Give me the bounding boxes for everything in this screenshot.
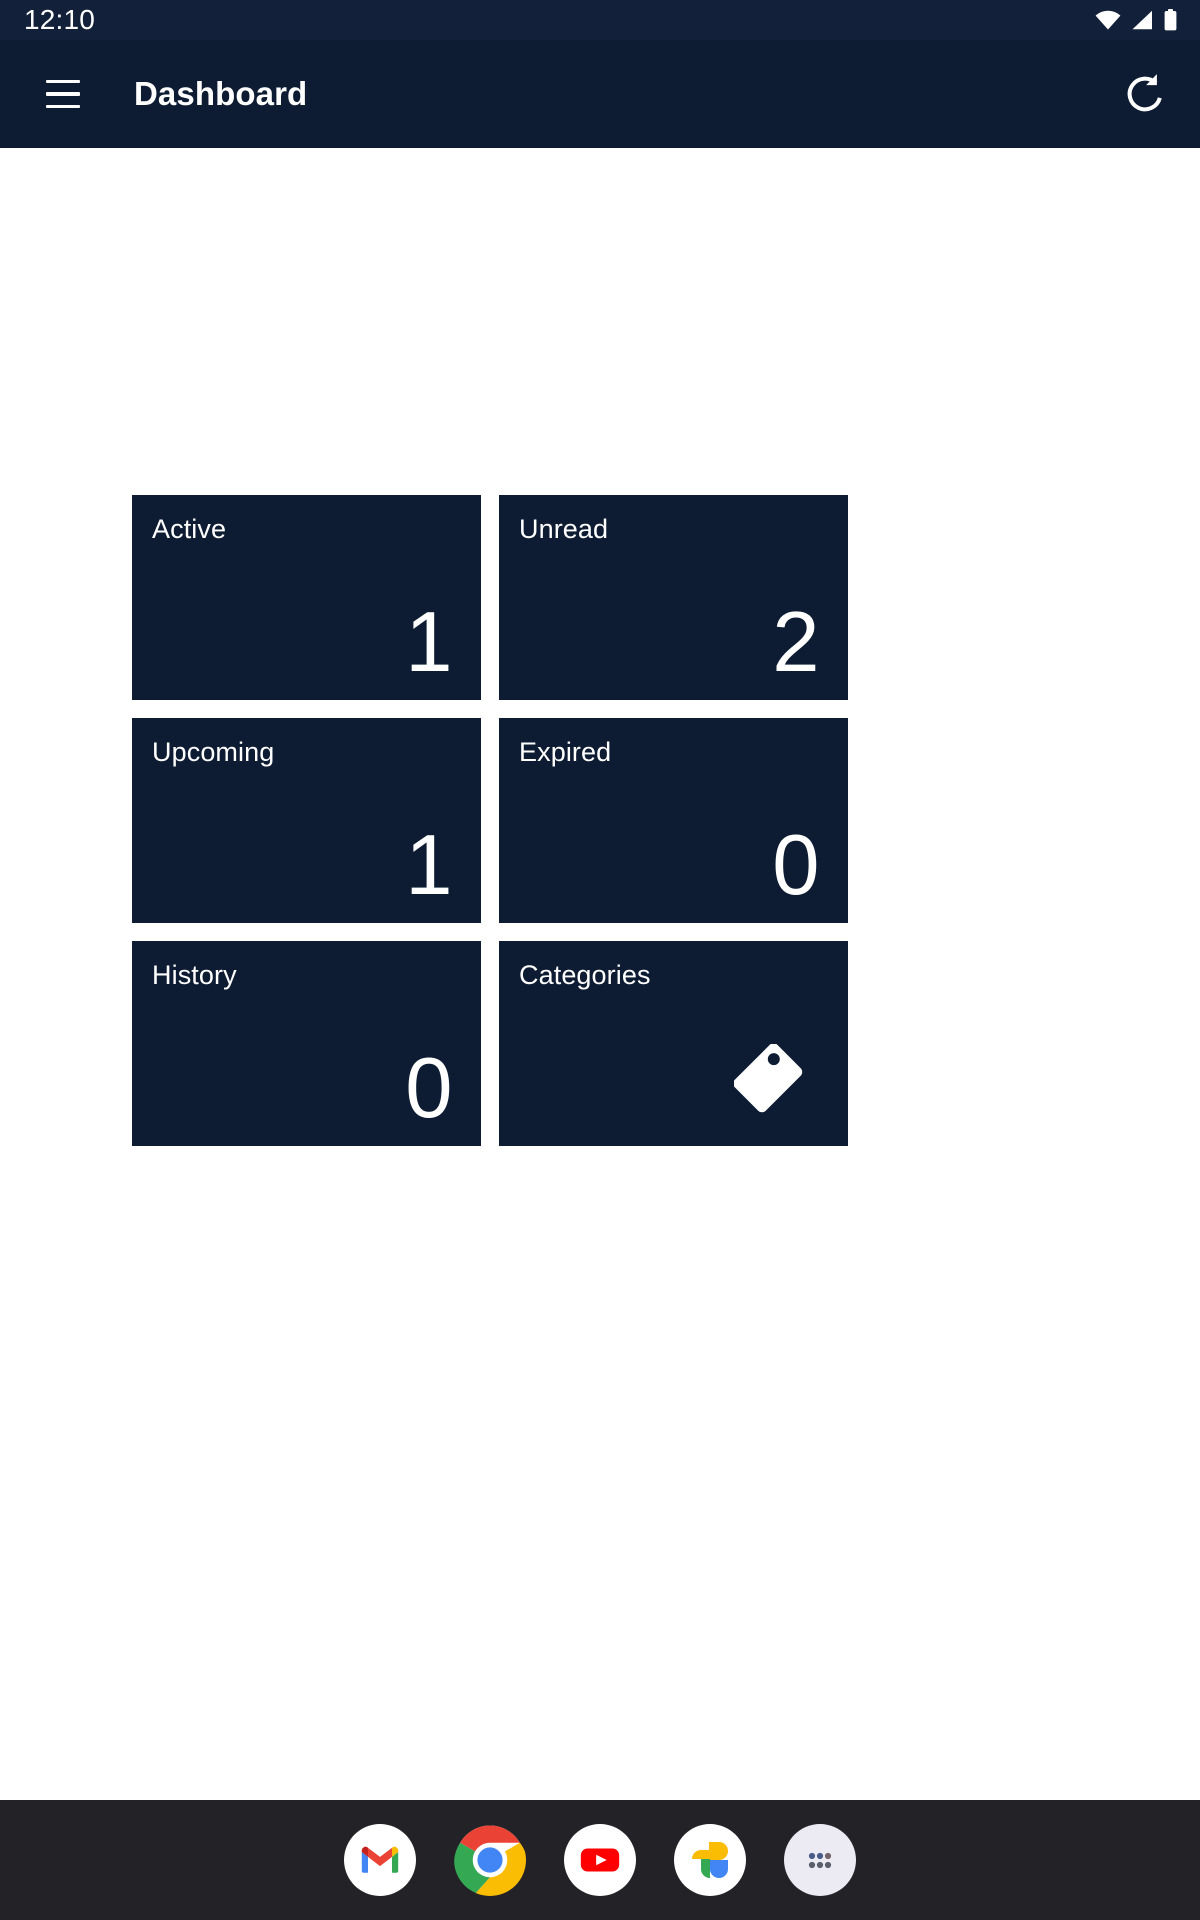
page-title: Dashboard <box>134 75 308 112</box>
tile-label: Active <box>152 514 227 544</box>
status-icon-group <box>1095 9 1178 31</box>
tile-value-area: 1 <box>152 768 459 914</box>
status-bar: 12:10 <box>0 0 1200 40</box>
menu-bar-3 <box>46 104 80 109</box>
dock-bar <box>0 1800 1200 1920</box>
tile-row: Active 1 Unread 2 <box>132 495 848 700</box>
menu-bar-2 <box>46 92 80 96</box>
dock-app-google-photos[interactable] <box>674 1824 746 1896</box>
tile-row: Upcoming 1 Expired 0 <box>132 718 848 923</box>
tile-expired[interactable]: Expired 0 <box>499 718 848 923</box>
dock-app-chrome[interactable] <box>454 1824 526 1896</box>
tile-value-area: 2 <box>519 545 826 691</box>
app-bar: Dashboard <box>0 40 1200 148</box>
tile-icon-area <box>519 991 826 1130</box>
tile-value: 2 <box>772 595 820 691</box>
status-clock: 12:10 <box>24 4 96 35</box>
cellular-signal-icon <box>1130 10 1154 30</box>
tile-label: Upcoming <box>152 737 275 767</box>
tile-label: Unread <box>519 514 609 544</box>
tile-value: 0 <box>772 818 820 914</box>
wifi-icon <box>1095 10 1121 30</box>
hamburger-menu-icon[interactable] <box>34 65 92 123</box>
tile-value: 1 <box>405 595 453 691</box>
tile-value-area: 0 <box>519 768 826 914</box>
tile-row: History 0 Categories <box>132 941 848 1146</box>
dock-app-youtube[interactable] <box>564 1824 636 1896</box>
tile-history[interactable]: History 0 <box>132 941 481 1146</box>
refresh-icon[interactable] <box>1116 65 1174 123</box>
dock-app-gmail[interactable] <box>344 1824 416 1896</box>
tile-value: 1 <box>405 818 453 914</box>
tile-unread[interactable]: Unread 2 <box>499 495 848 700</box>
tile-value-area: 1 <box>152 545 459 691</box>
tile-value: 0 <box>405 1041 453 1137</box>
dashboard-content: Active 1 Unread 2 Upcoming 1 Expired 0 H… <box>0 148 1200 1800</box>
tile-value-area: 0 <box>152 991 459 1137</box>
tile-label: Categories <box>519 960 651 990</box>
tag-icon <box>734 1044 816 1126</box>
tile-active[interactable]: Active 1 <box>132 495 481 700</box>
tile-label: Expired <box>519 737 612 767</box>
battery-full-icon <box>1163 9 1178 31</box>
tile-categories[interactable]: Categories <box>499 941 848 1146</box>
dock-app-drawer[interactable] <box>784 1824 856 1896</box>
phone-screen: 12:10 Dashboard Active 1 Unread 2 Upcomi… <box>0 0 1200 1920</box>
menu-bar-1 <box>46 79 80 84</box>
tile-upcoming[interactable]: Upcoming 1 <box>132 718 481 923</box>
tile-label: History <box>152 960 237 990</box>
tile-grid: Active 1 Unread 2 Upcoming 1 Expired 0 H… <box>132 495 848 1146</box>
